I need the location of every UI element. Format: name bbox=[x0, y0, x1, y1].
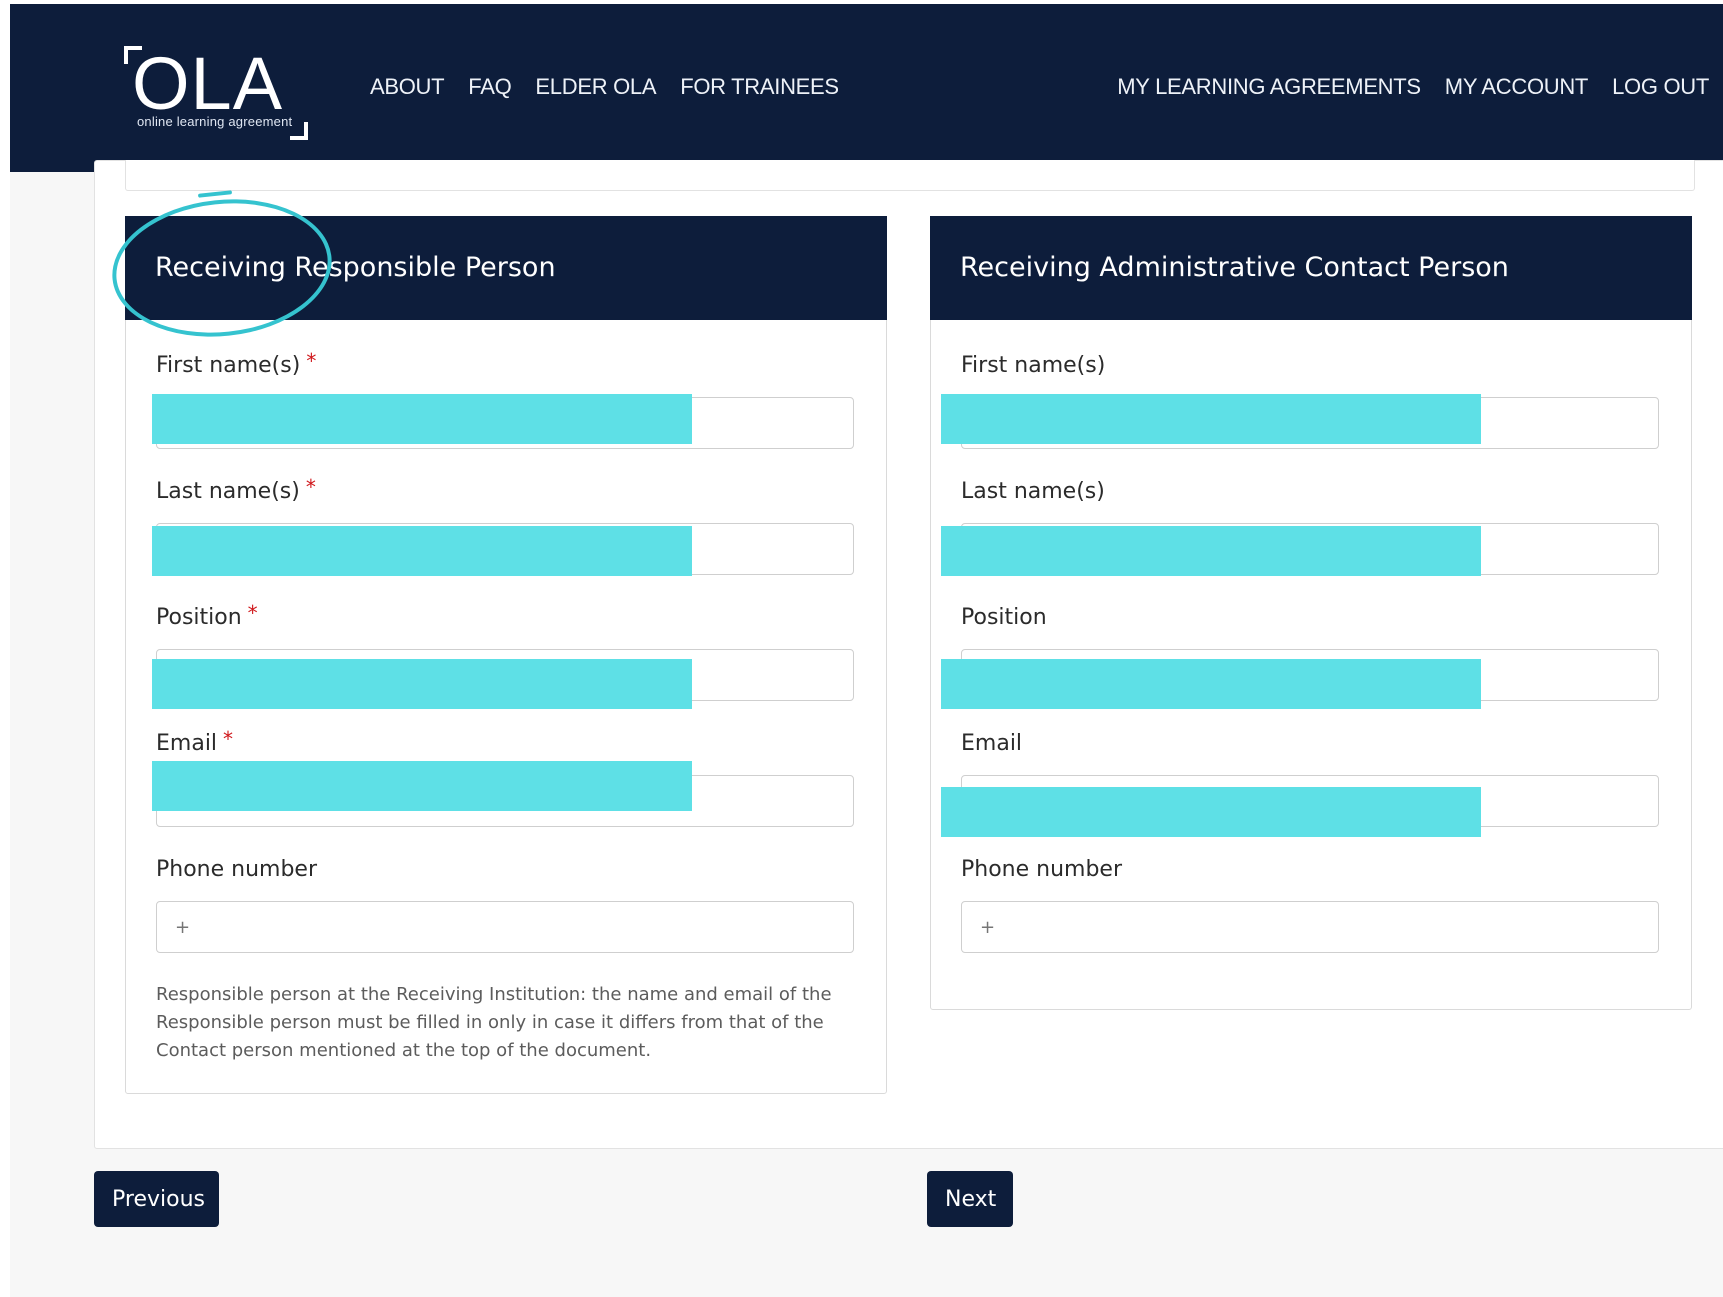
last-name-label: Last name(s) bbox=[961, 479, 1105, 504]
nav-account: MY LEARNING AGREEMENTS MY ACCOUNT LOG OU… bbox=[1117, 74, 1709, 100]
panel-header: Receiving Administrative Contact Person bbox=[930, 216, 1692, 320]
nav-elder-ola[interactable]: ELDER OLA bbox=[535, 74, 656, 100]
help-text: Responsible person at the Receiving Inst… bbox=[156, 984, 832, 1061]
redaction-bar bbox=[152, 659, 692, 709]
redaction-bar bbox=[152, 394, 692, 444]
redaction-bar bbox=[941, 787, 1481, 837]
position-label: Position bbox=[961, 605, 1047, 630]
first-name-label: First name(s) * bbox=[156, 349, 317, 378]
nav-primary: ABOUT FAQ ELDER OLA FOR TRAINEES bbox=[370, 74, 839, 100]
position-label: Position * bbox=[156, 601, 258, 630]
nav-for-trainees[interactable]: FOR TRAINEES bbox=[680, 74, 839, 100]
redaction-bar bbox=[941, 659, 1481, 709]
nav-my-account[interactable]: MY ACCOUNT bbox=[1445, 74, 1589, 100]
email-label: Email bbox=[961, 731, 1023, 756]
redaction-bar bbox=[941, 526, 1481, 576]
email-label: Email * bbox=[156, 727, 234, 756]
logo-wordmark: OLA bbox=[132, 42, 284, 125]
receiving-administrative-contact-panel: Receiving Administrative Contact Person … bbox=[930, 216, 1692, 1010]
contact-phone-input[interactable] bbox=[961, 901, 1659, 953]
nav-about[interactable]: ABOUT bbox=[370, 74, 445, 100]
required-marker: * bbox=[247, 601, 258, 625]
logo-bracket-bottom-right bbox=[290, 122, 308, 140]
first-name-label: First name(s) bbox=[961, 353, 1106, 378]
next-button[interactable]: Next bbox=[927, 1171, 1013, 1227]
redaction-bar bbox=[941, 394, 1481, 444]
nav-my-learning-agreements[interactable]: MY LEARNING AGREEMENTS bbox=[1117, 74, 1421, 100]
required-marker: * bbox=[306, 349, 317, 373]
ola-logo[interactable]: OLA online learning agreement bbox=[122, 44, 308, 142]
previous-button[interactable]: Previous bbox=[94, 1171, 219, 1227]
required-marker: * bbox=[305, 475, 316, 499]
phone-number-label: Phone number bbox=[961, 857, 1123, 882]
phone-number-label: Phone number bbox=[156, 857, 318, 882]
nav-log-out[interactable]: LOG OUT bbox=[1612, 74, 1709, 100]
responsible-phone-input[interactable] bbox=[156, 901, 854, 953]
previous-section-edge bbox=[125, 160, 1695, 191]
panel-title: Receiving Administrative Contact Person bbox=[960, 252, 1509, 283]
redaction-bar bbox=[152, 761, 692, 811]
logo-tagline: online learning agreement bbox=[137, 114, 293, 129]
required-marker: * bbox=[223, 727, 234, 751]
last-name-label: Last name(s) * bbox=[156, 475, 316, 504]
receiving-responsible-person-panel: Receiving Responsible Person First name(… bbox=[125, 216, 887, 1094]
nav-faq[interactable]: FAQ bbox=[468, 74, 511, 100]
top-navbar: OLA online learning agreement ABOUT FAQ … bbox=[10, 4, 1723, 172]
redaction-bar bbox=[152, 526, 692, 576]
